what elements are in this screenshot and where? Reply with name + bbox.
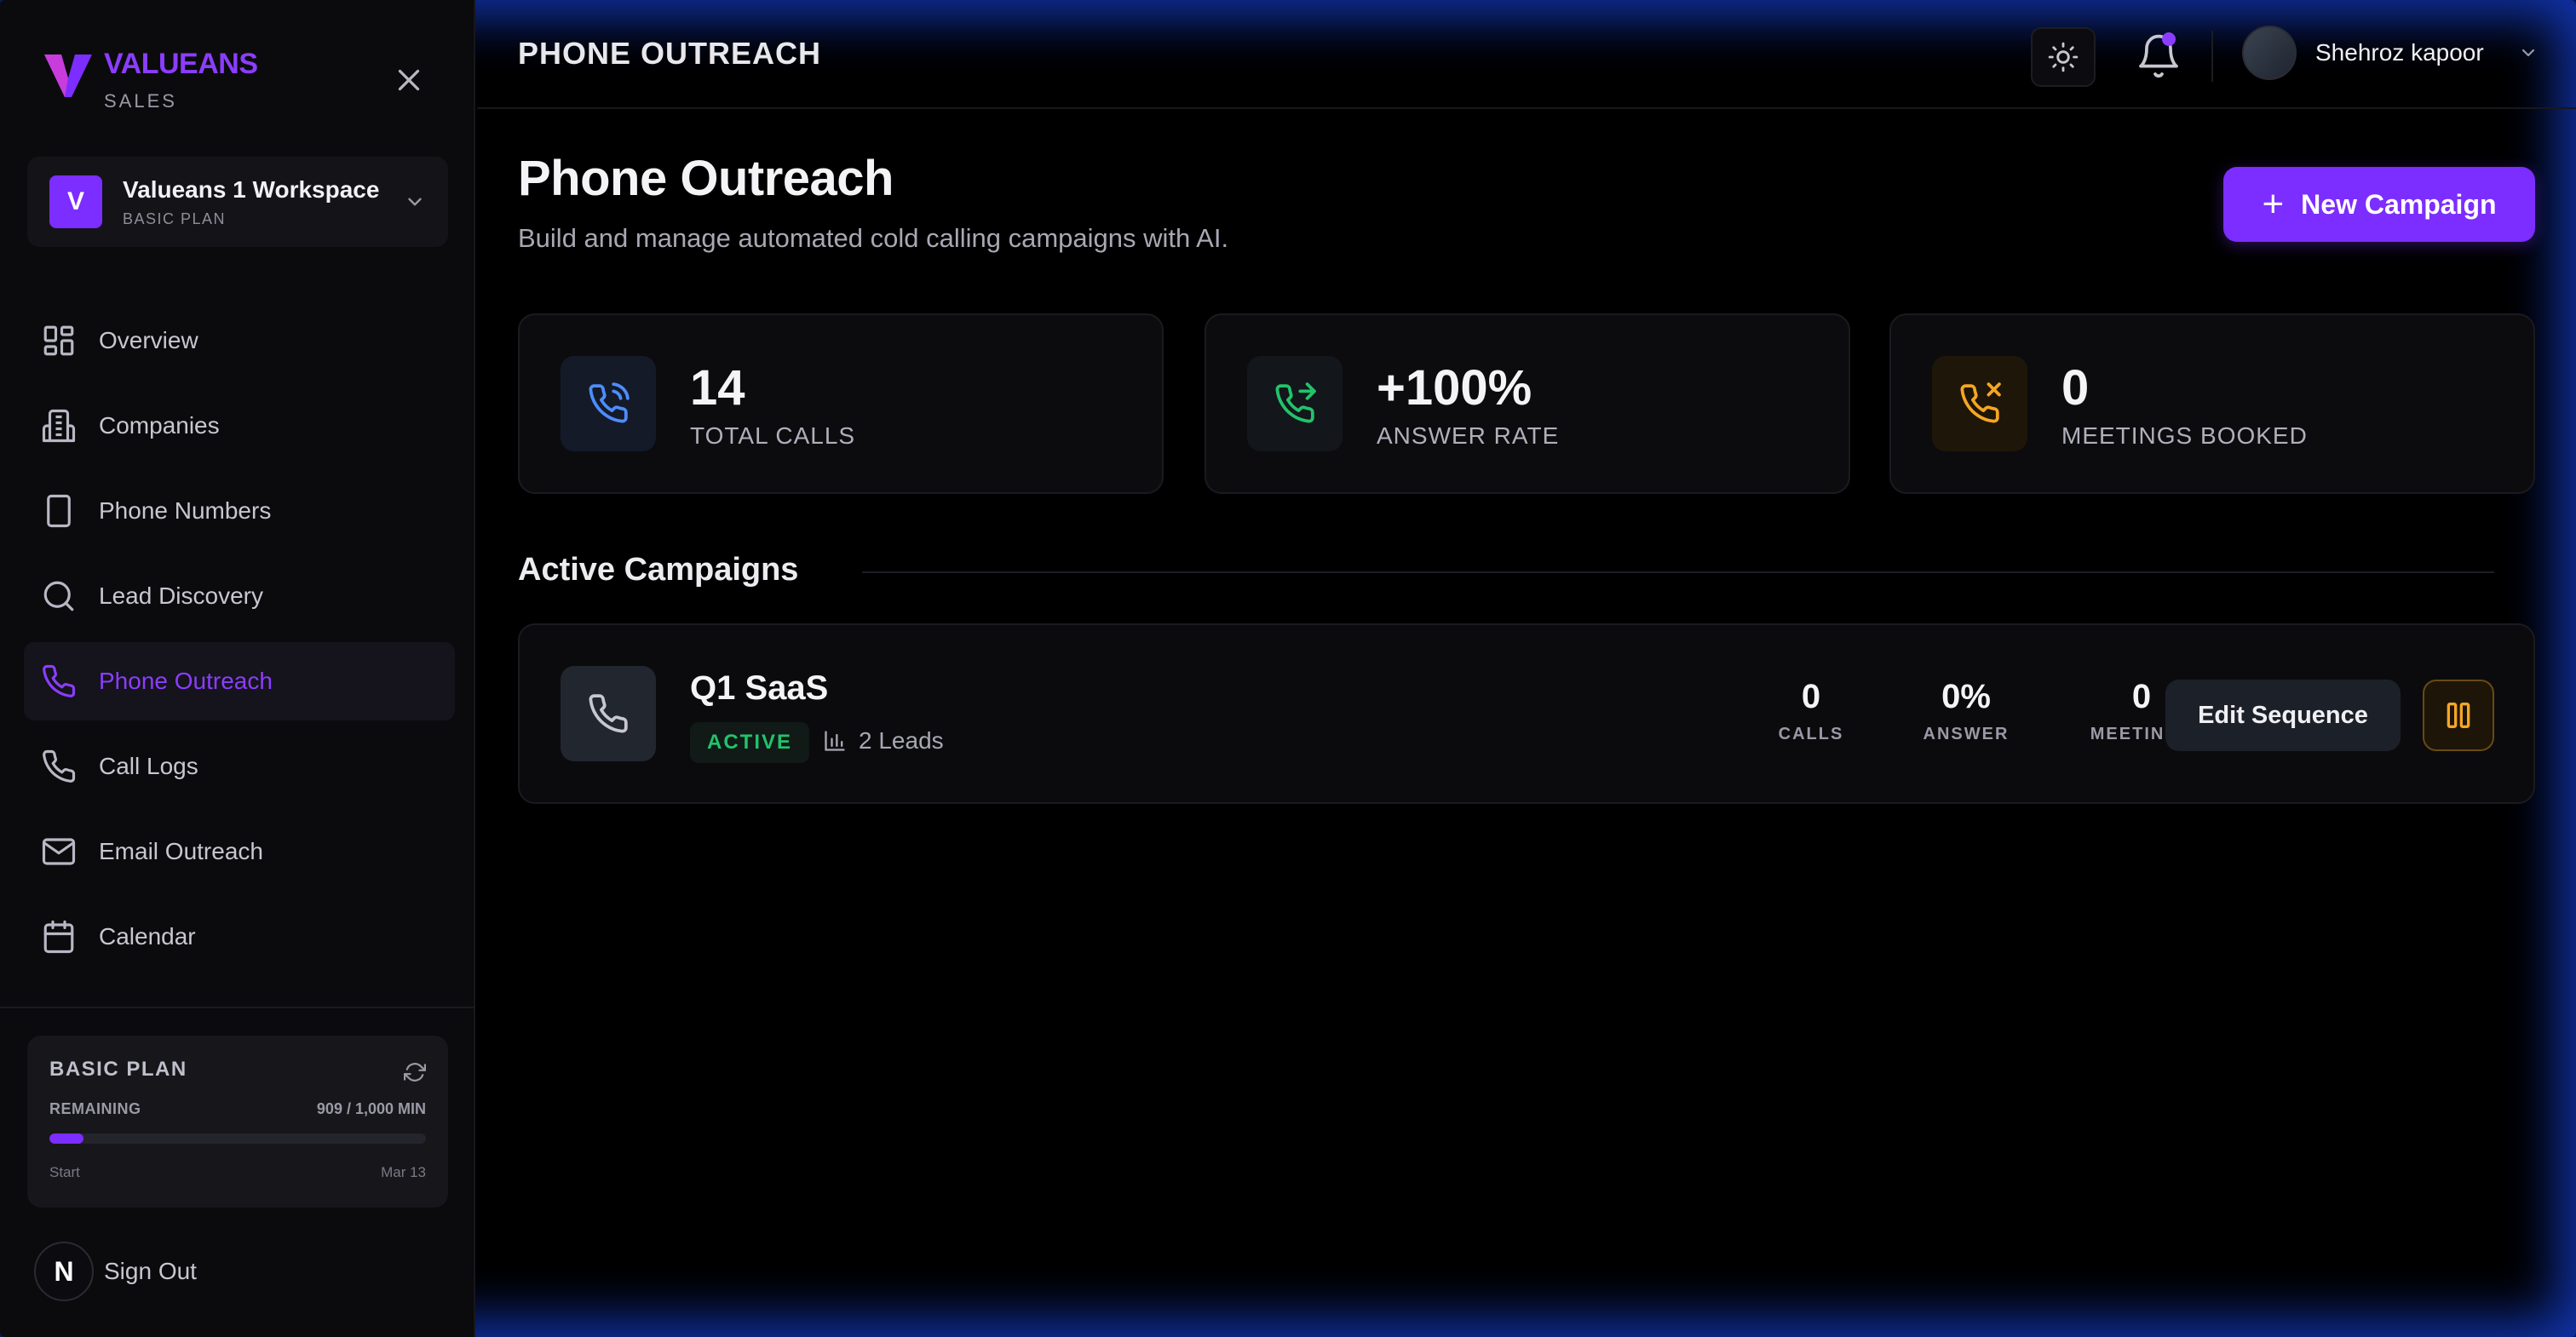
sidebar-item-calendar[interactable]: Calendar — [24, 898, 455, 976]
brand-name: VALUEANS — [104, 48, 258, 80]
sidebar-item-label: Overview — [99, 327, 198, 353]
plan-usage-card: BASIC PLAN REMAINING 909 / 1,000 MIN Sta… — [27, 1036, 448, 1208]
leads-count: 2 Leads — [859, 727, 944, 754]
usage-progress-bar — [49, 1133, 426, 1144]
metric-value: 0 — [1801, 678, 1821, 715]
sign-out-button[interactable]: N Sign Out — [34, 1242, 197, 1301]
sidebar-item-label: Phone Outreach — [99, 668, 273, 694]
sun-icon — [2048, 42, 2079, 72]
sidebar-item-email-outreach[interactable]: Email Outreach — [24, 812, 455, 891]
usage-progress-fill — [49, 1133, 84, 1144]
sidebar-item-companies[interactable]: Companies — [24, 387, 455, 465]
remaining-label: REMAINING — [49, 1100, 141, 1117]
top-header: PHONE OUTREACH Shehroz kapoor — [477, 0, 2576, 109]
sidebar-item-label: Lead Discovery — [99, 582, 263, 609]
campaign-name: Q1 SaaS — [690, 669, 829, 707]
sidebar-item-label: Phone Numbers — [99, 497, 272, 524]
status-badge: ACTIVE — [690, 722, 810, 763]
workspace-name: Valueans 1 Workspace — [123, 175, 380, 203]
period-start: Start — [49, 1164, 80, 1180]
header-separator — [2211, 31, 2213, 82]
metric-label: CALLS — [1778, 725, 1844, 743]
page-subtitle: Build and manage automated cold calling … — [518, 223, 1229, 253]
stat-label: TOTAL CALLS — [690, 422, 856, 449]
sidebar-item-label: Email Outreach — [99, 838, 263, 864]
user-avatar[interactable] — [2242, 26, 2297, 80]
period-end: Mar 13 — [381, 1164, 426, 1180]
phone-forwarded-icon — [1275, 382, 1316, 423]
phone-icon — [43, 749, 76, 783]
app-window: VALUEANS SALES V Valueans 1 Workspace BA… — [0, 0, 2576, 1337]
remaining-value: 909 / 1,000 MIN — [316, 1100, 426, 1117]
workspace-avatar: V — [49, 175, 102, 228]
stat-icon-box — [561, 356, 656, 451]
valueans-logo-icon — [44, 55, 92, 97]
chevron-down-icon[interactable] — [2518, 43, 2539, 63]
stat-label: ANSWER RATE — [1377, 422, 1560, 449]
stat-card-total-calls: 14 TOTAL CALLS — [518, 313, 1164, 494]
refresh-icon[interactable] — [404, 1061, 426, 1083]
stat-icon-box — [1932, 356, 2027, 451]
page-title: Phone Outreach — [518, 151, 894, 206]
pause-icon — [2447, 703, 2470, 728]
grid-icon — [43, 325, 74, 356]
campaign-card[interactable]: Q1 SaaS ACTIVE 2 Leads 0 CALLS 0% ANSWER… — [518, 623, 2535, 804]
campaign-leads: 2 Leads — [823, 727, 944, 755]
phone-icon — [589, 694, 628, 733]
calendar-icon — [43, 920, 74, 954]
new-campaign-label: New Campaign — [2301, 188, 2497, 220]
building-icon — [42, 409, 76, 443]
sidebar-item-label: Companies — [99, 412, 220, 439]
stat-value: 0 — [2061, 360, 2090, 416]
theme-toggle-button[interactable] — [2031, 27, 2096, 87]
stat-card-answer-rate: +100% ANSWER RATE — [1205, 313, 1850, 494]
sidebar-item-label: Calendar — [99, 923, 196, 950]
notification-dot — [2162, 32, 2176, 46]
plan-title: BASIC PLAN — [49, 1058, 187, 1081]
section-divider — [862, 571, 2494, 573]
user-name[interactable]: Shehroz kapoor — [2315, 39, 2484, 66]
bar-chart-icon — [825, 731, 845, 751]
metric-answer: 0% ANSWER — [1898, 678, 2034, 744]
chevron-down-icon — [408, 198, 422, 206]
stat-card-meetings-booked: 0 MEETINGS BOOKED — [1889, 313, 2535, 494]
stat-icon-box — [1247, 356, 1343, 451]
section-title: Active Campaigns — [518, 552, 799, 588]
metric-value: 0% — [1941, 678, 1991, 715]
mail-icon — [42, 838, 76, 865]
sign-out-label: Sign Out — [104, 1258, 197, 1284]
phone-call-icon — [589, 382, 630, 423]
workspace-plan: BASIC PLAN — [123, 209, 227, 227]
stat-label: MEETINGS BOOKED — [2061, 422, 2308, 449]
stat-value: +100% — [1377, 360, 1532, 416]
brand-sub: SALES — [104, 90, 177, 112]
sidebar-divider — [0, 1007, 475, 1008]
smartphone-icon — [47, 494, 71, 528]
sidebar-item-label: Call Logs — [99, 753, 198, 779]
sidebar-item-call-logs[interactable]: Call Logs — [24, 727, 455, 806]
sidebar-item-phone-outreach[interactable]: Phone Outreach — [24, 642, 455, 720]
close-sidebar-icon[interactable] — [394, 65, 424, 95]
pause-campaign-button[interactable] — [2423, 680, 2494, 751]
edit-sequence-button[interactable]: Edit Sequence — [2165, 680, 2401, 751]
metric-label: ANSWER — [1923, 725, 2010, 743]
sidebar-item-lead-discovery[interactable]: Lead Discovery — [24, 557, 455, 635]
sidebar: VALUEANS SALES V Valueans 1 Workspace BA… — [0, 0, 475, 1337]
search-icon — [43, 581, 74, 611]
phone-icon — [43, 664, 76, 697]
sidebar-item-phone-numbers[interactable]: Phone Numbers — [24, 472, 455, 550]
user-badge: N — [34, 1242, 94, 1301]
phone-missed-icon — [1960, 382, 2001, 423]
campaign-icon-box — [561, 666, 656, 761]
metric-calls: 0 CALLS — [1743, 678, 1879, 744]
stat-value: 14 — [690, 360, 745, 416]
sidebar-nav: Overview Companies Phone Numbers Lead Di… — [24, 301, 455, 983]
brand-logo[interactable]: VALUEANS SALES — [43, 49, 258, 112]
new-campaign-button[interactable]: + New Campaign — [2223, 167, 2535, 242]
header-title: PHONE OUTREACH — [518, 36, 822, 71]
plus-icon: + — [2262, 183, 2285, 225]
sidebar-item-overview[interactable]: Overview — [24, 301, 455, 380]
workspace-switcher[interactable]: V Valueans 1 Workspace BASIC PLAN — [27, 157, 448, 247]
